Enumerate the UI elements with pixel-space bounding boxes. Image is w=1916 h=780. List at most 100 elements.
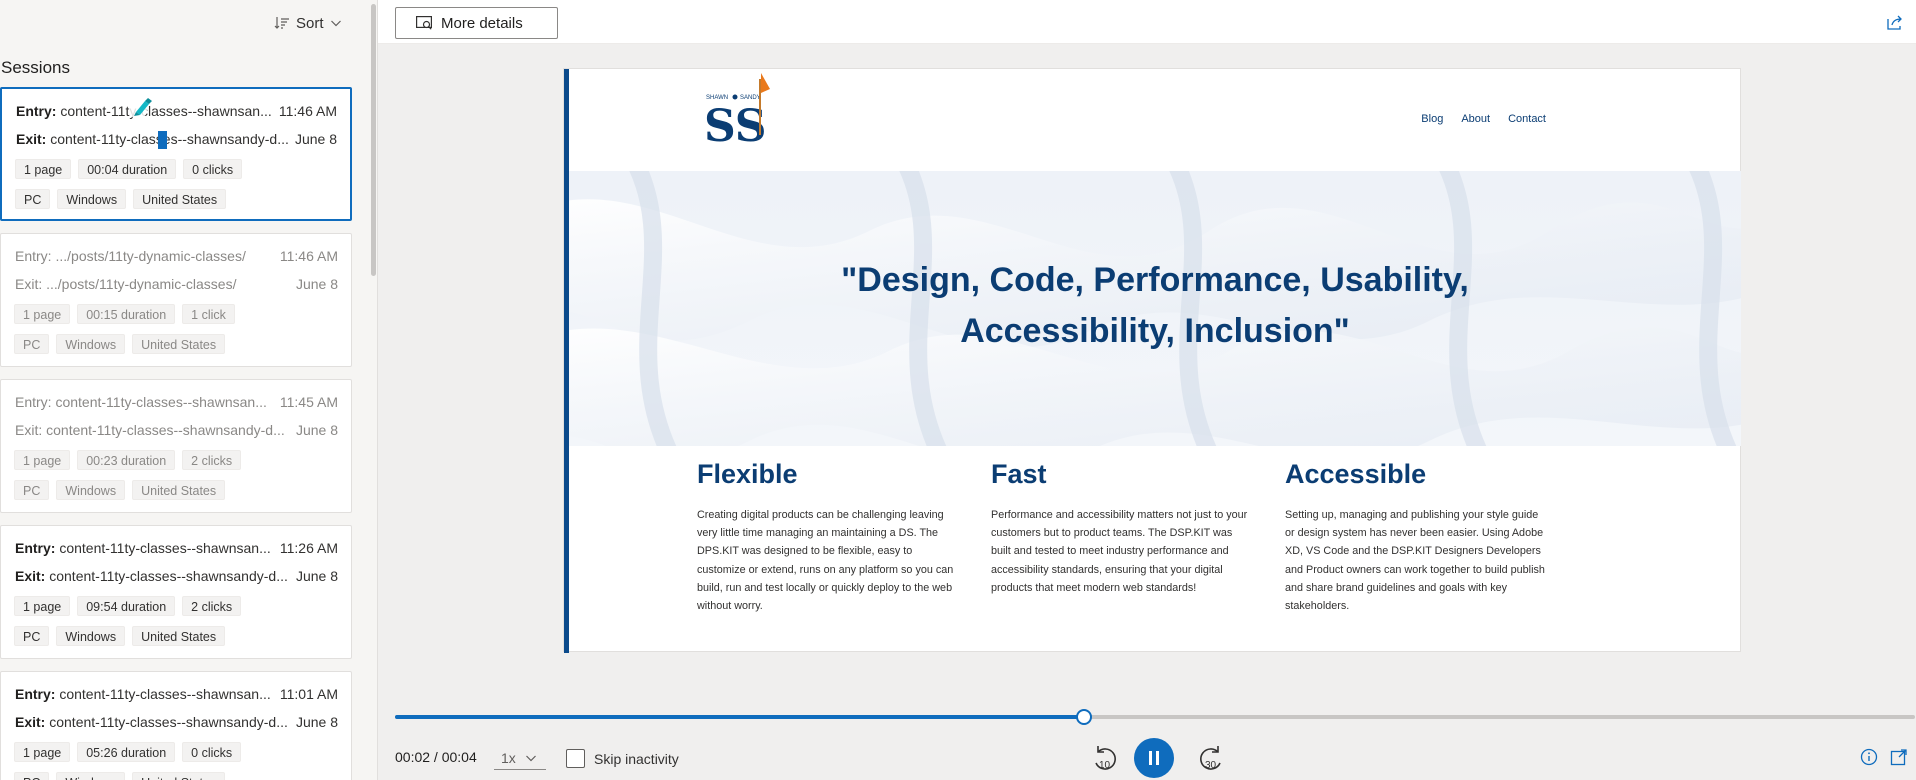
info-icon[interactable] xyxy=(1860,748,1878,766)
rewind-seconds: 10 xyxy=(1099,760,1111,771)
more-details-label: More details xyxy=(441,14,523,32)
pause-button[interactable] xyxy=(1134,738,1174,778)
feature-fast: Fast Performance and accessibility matte… xyxy=(991,459,1251,597)
entry-time: 11:45 AM xyxy=(279,394,338,410)
session-card[interactable]: Entry: .../posts/11ty-dynamic-classes/ 1… xyxy=(0,233,352,367)
sort-button[interactable]: Sort xyxy=(274,12,342,34)
clicks-chip: 2 clicks xyxy=(182,596,242,616)
feature-body: Setting up, managing and publishing your… xyxy=(1285,509,1545,613)
exit-label: Exit: xyxy=(16,131,47,147)
playback-speed-select[interactable]: 1x xyxy=(494,746,546,770)
hero-quote: "Design, Code, Performance, Usability, A… xyxy=(841,261,1469,350)
chevron-down-icon xyxy=(330,20,341,27)
svg-text:SS: SS xyxy=(704,101,767,147)
entry-time: 11:26 AM xyxy=(279,540,338,556)
entry-url: .../posts/11ty-dynamic-classes/ xyxy=(55,248,246,264)
entry-time: 11:46 AM xyxy=(279,248,338,264)
exit-label: Exit: xyxy=(15,568,46,584)
os-chip: Windows xyxy=(56,334,126,354)
nav-link-contact[interactable]: Contact xyxy=(1508,113,1546,125)
session-card[interactable]: Entry: content-11ty-classes--shawnsan...… xyxy=(0,671,352,780)
sessions-sidebar: Sort Sessions Entry: content-11ty-classe… xyxy=(0,0,378,780)
timeline-handle[interactable] xyxy=(1075,709,1092,725)
exit-date: June 8 xyxy=(295,568,338,584)
country-chip: United States xyxy=(132,626,226,646)
entry-label: Entry: xyxy=(16,103,57,119)
clicks-chip: 0 clicks xyxy=(182,742,242,762)
expand-icon[interactable] xyxy=(1890,748,1908,766)
os-chip: Windows xyxy=(56,772,126,780)
forward-seconds: 30 xyxy=(1205,760,1217,771)
site-logo-icon: SHAWN SANDY SS xyxy=(704,73,770,147)
exit-url: content-11ty-classes--shawnsandy-d... xyxy=(49,568,288,584)
details-icon xyxy=(416,16,432,30)
exit-url: content-11ty-classes--shawnsandy-d... xyxy=(49,714,288,730)
duration-chip: 05:26 duration xyxy=(77,742,176,762)
exit-url: .../posts/11ty-dynamic-classes/ xyxy=(46,276,237,292)
playback-controls: 00:02 / 00:04 1x Skip inactivity 10 30 xyxy=(378,690,1916,780)
pages-chip: 1 page xyxy=(14,742,71,762)
duration-chip: 00:04 duration xyxy=(78,159,177,179)
clicks-chip: 1 click xyxy=(182,304,235,324)
sessions-heading: Sessions xyxy=(1,58,70,77)
skip-inactivity-checkbox[interactable] xyxy=(566,749,585,768)
sort-label: Sort xyxy=(296,14,324,32)
timeline-progress xyxy=(395,715,1084,719)
scrollbar-thumb[interactable] xyxy=(371,4,376,276)
feature-accessible: Accessible Setting up, managing and publ… xyxy=(1285,459,1545,615)
nav-link-blog[interactable]: Blog xyxy=(1421,113,1443,125)
device-chip: PC xyxy=(14,626,50,646)
rewind-10-icon[interactable]: 10 xyxy=(1090,743,1120,773)
session-list: Entry: content-11ty-classes--shawnsan...… xyxy=(0,87,352,780)
session-card[interactable]: Entry: content-11ty-classes--shawnsan...… xyxy=(0,379,352,513)
replay-toolbar: More details xyxy=(378,0,1916,44)
skip-inactivity-toggle[interactable]: Skip inactivity xyxy=(566,749,679,768)
entry-url: content-11ty-classes--shawnsan... xyxy=(59,540,271,556)
entry-label: Entry: xyxy=(15,540,56,556)
duration-chip: 00:15 duration xyxy=(77,304,176,324)
pages-chip: 1 page xyxy=(14,596,71,616)
exit-url: content-11ty-classes--shawnsandy-d... xyxy=(50,131,289,147)
entry-url: content-11ty-classes--shawnsan... xyxy=(55,394,267,410)
text-selection-highlight xyxy=(158,131,167,149)
forward-30-icon[interactable]: 30 xyxy=(1196,743,1226,773)
device-chip: PC xyxy=(14,480,50,500)
exit-date: June 8 xyxy=(295,714,338,730)
pause-icon xyxy=(1149,751,1159,765)
feature-title: Accessible xyxy=(1285,459,1427,489)
entry-url: content-11ty-classes--shawnsan... xyxy=(60,103,272,119)
exit-label: Exit: xyxy=(15,276,43,292)
skip-inactivity-label: Skip inactivity xyxy=(594,750,679,767)
session-card[interactable]: Entry: content-11ty-classes--shawnsan...… xyxy=(0,525,352,659)
feature-body: Creating digital products can be challen… xyxy=(697,509,954,613)
session-card[interactable]: Entry: content-11ty-classes--shawnsan...… xyxy=(0,87,352,221)
exit-date: June 8 xyxy=(294,131,337,147)
nav-link-about[interactable]: About xyxy=(1461,113,1490,125)
os-chip: Windows xyxy=(57,189,127,209)
highlighter-cursor-icon xyxy=(129,98,152,119)
country-chip: United States xyxy=(133,189,227,209)
entry-label: Entry: xyxy=(15,248,52,264)
country-chip: United States xyxy=(132,334,226,354)
share-icon[interactable] xyxy=(1886,13,1904,31)
session-replay-app: Sort Sessions Entry: content-11ty-classe… xyxy=(0,0,1916,780)
clicks-chip: 0 clicks xyxy=(183,159,243,179)
time-readout: 00:02 / 00:04 xyxy=(395,749,477,765)
os-chip: Windows xyxy=(56,480,126,500)
feature-title: Flexible xyxy=(697,459,798,489)
entry-url: content-11ty-classes--shawnsan... xyxy=(59,686,271,702)
replay-main: More details SHAWN SANDY SS Blog About C xyxy=(378,0,1916,780)
hero-banner: "Design, Code, Performance, Usability, A… xyxy=(569,171,1741,446)
entry-label: Entry: xyxy=(15,394,52,410)
duration-chip: 00:23 duration xyxy=(77,450,176,470)
pages-chip: 1 page xyxy=(14,304,71,324)
device-chip: PC xyxy=(15,189,51,209)
device-chip: PC xyxy=(14,334,50,354)
sidebar-scrollbar[interactable] xyxy=(369,0,377,780)
timeline-slider[interactable] xyxy=(395,709,1915,725)
country-chip: United States xyxy=(132,480,226,500)
exit-url: content-11ty-classes--shawnsandy-d... xyxy=(46,422,285,438)
sort-icon xyxy=(274,17,289,29)
exit-date: June 8 xyxy=(295,422,338,438)
more-details-button[interactable]: More details xyxy=(395,7,558,39)
